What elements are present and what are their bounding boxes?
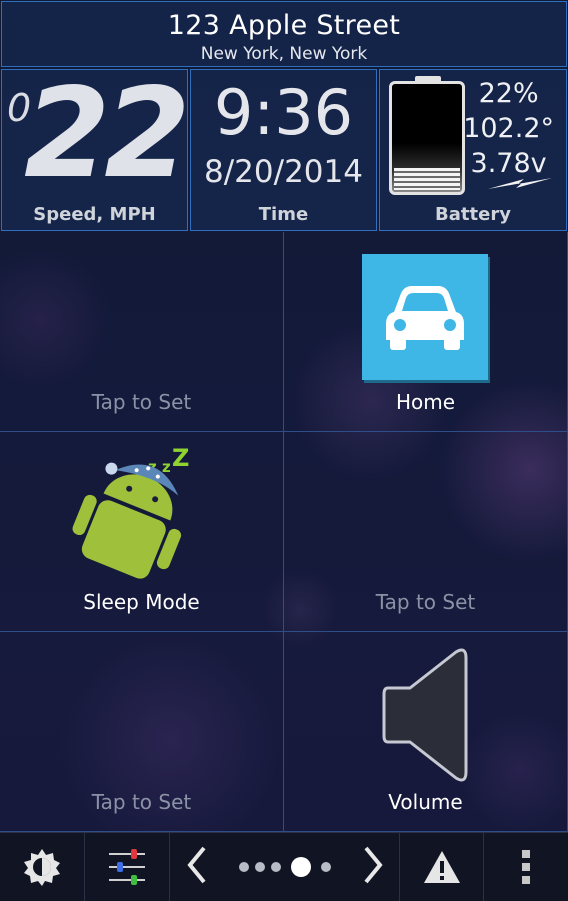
shortcut-tile-sleep-mode[interactable]: z z z z Z Sleep Mode [0, 432, 284, 632]
speed-tile[interactable]: 0 22 Speed, MPH [1, 62, 191, 231]
brightness-icon [24, 849, 60, 886]
battery-stats: 22% 102.2° 3.78v [463, 76, 554, 181]
battery-tile[interactable]: 22% 102.2° 3.78v Battery [379, 69, 567, 231]
tile-label: Tap to Set [375, 590, 476, 614]
time-tile[interactable]: 9:36 8/20/2014 Time [190, 69, 377, 231]
battery-level [394, 168, 460, 190]
clock-value: 9:36 [213, 76, 354, 149]
page-dot [238, 862, 249, 872]
time-label: Time [258, 204, 309, 225]
battery-percent: 22% [478, 78, 539, 109]
speaker-icon [382, 648, 468, 782]
brightness-button[interactable] [0, 833, 85, 901]
chevron-right-icon[interactable] [362, 845, 384, 889]
tile-label: Tap to Set [91, 390, 192, 414]
svg-text:Z: Z [172, 444, 189, 472]
date-value: 8/20/2014 [204, 154, 363, 190]
shortcut-tile-home[interactable]: Home [284, 232, 568, 432]
speed-value: 22 [24, 62, 191, 206]
overflow-menu-icon [522, 850, 530, 884]
address-header: 123 Apple Street New York, New York [1, 1, 567, 67]
tile-label: Volume [388, 790, 463, 814]
shortcut-tile-volume[interactable]: Volume [284, 632, 568, 832]
tile-label: Sleep Mode [83, 590, 200, 614]
chevron-left-icon[interactable] [186, 845, 208, 889]
battery-icon [389, 81, 465, 195]
page-dot [270, 862, 281, 872]
city-state: New York, New York [200, 44, 368, 64]
car-icon [362, 254, 488, 380]
overflow-menu-button[interactable] [484, 833, 568, 901]
page-navigator [170, 833, 400, 901]
battery-temperature: 102.2° [463, 113, 554, 144]
equalizer-sliders-icon [109, 849, 145, 885]
page-dot [320, 862, 331, 872]
shortcut-tile-1[interactable]: Tap to Set [0, 232, 284, 432]
tile-label: Home [395, 390, 456, 414]
lightning-bolt-icon [488, 178, 552, 189]
shortcut-tile-4[interactable]: Tap to Set [284, 432, 568, 632]
page-dot-current [290, 857, 311, 877]
speed-label: Speed, MPH [33, 204, 156, 225]
sleeping-android-icon: z z z z Z [72, 444, 189, 579]
page-indicator [236, 857, 334, 877]
equalizer-button[interactable] [85, 833, 170, 901]
bottom-toolbar [0, 832, 568, 901]
warning-icon [423, 851, 460, 883]
battery-label: Battery [435, 204, 511, 225]
street-address: 123 Apple Street [167, 10, 401, 41]
shortcut-tile-5[interactable]: Tap to Set [0, 632, 284, 832]
page-dot [254, 862, 265, 872]
tile-label: Tap to Set [91, 790, 192, 814]
warning-button[interactable] [400, 833, 484, 901]
